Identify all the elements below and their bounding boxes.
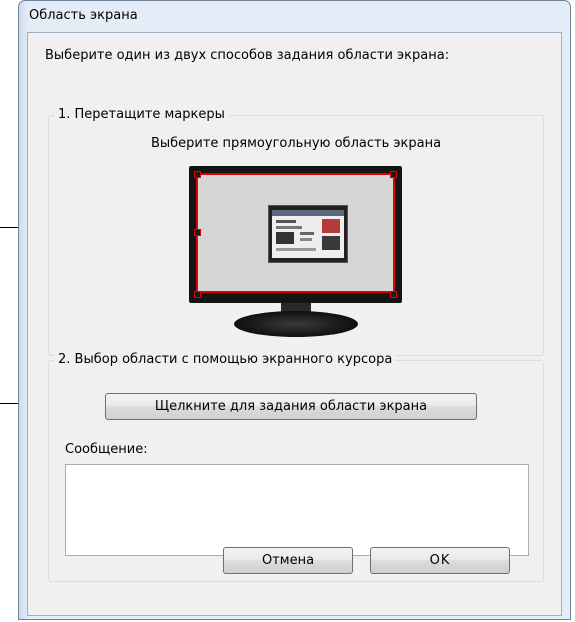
- group-cursor-legend: 2. Выбор области с помощью экранного кур…: [55, 352, 396, 367]
- screen-selection-area[interactable]: [196, 173, 395, 293]
- dialog-window: Область экрана Выберите один из двух спо…: [18, 0, 571, 620]
- screen-thumbnail: [268, 205, 348, 263]
- ok-button[interactable]: OK: [370, 547, 510, 574]
- thumbnail-window-icon: [272, 210, 344, 251]
- monitor-bezel: [189, 166, 402, 303]
- select-area-button[interactable]: Щелкните для задания области экрана: [105, 393, 477, 420]
- drag-subtitle: Выберите прямоугольную область экрана: [150, 136, 442, 151]
- marker-top-right[interactable]: [390, 171, 397, 178]
- marker-left[interactable]: [194, 229, 201, 236]
- title-bar[interactable]: Область экрана: [19, 1, 570, 32]
- message-label: Сообщение:: [65, 442, 148, 457]
- marker-bottom-left[interactable]: [194, 291, 201, 298]
- cancel-button[interactable]: Отмена: [223, 547, 353, 574]
- marker-top-left[interactable]: [194, 171, 201, 178]
- instruction-text: Выберите один из двух способов задания о…: [45, 48, 450, 63]
- window-title: Область экрана: [29, 8, 138, 23]
- monitor-image: [189, 166, 402, 338]
- marker-bottom-right[interactable]: [390, 291, 397, 298]
- group-drag-legend: 1. Перетащите маркеры: [55, 107, 228, 122]
- group-drag-markers: 1. Перетащите маркеры Выберите прямоугол…: [48, 107, 544, 356]
- monitor-stand: [234, 311, 358, 337]
- dialog-client: Выберите один из двух способов задания о…: [27, 32, 562, 616]
- message-box: [65, 464, 529, 556]
